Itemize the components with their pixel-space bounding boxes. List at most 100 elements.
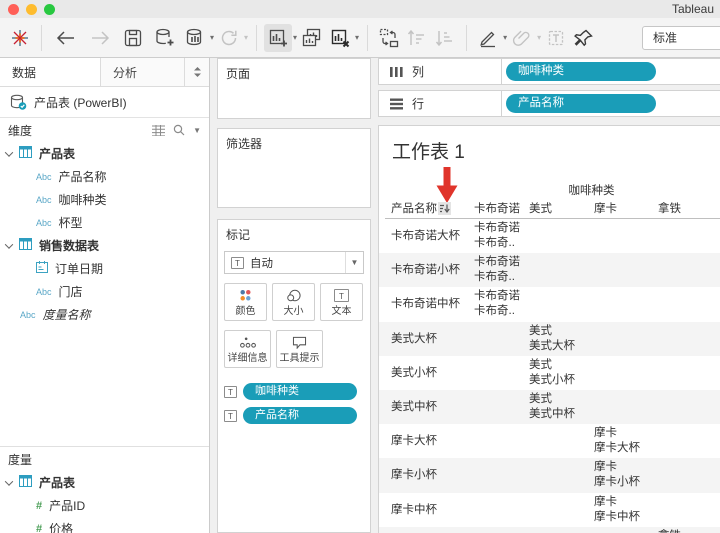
fit-selector[interactable]: 标准 [642,25,720,50]
pages-shelf[interactable]: 页面 [217,58,371,119]
table-row[interactable]: 卡布奇诺大杯 卡布奇诺 卡布奇.. [379,219,720,253]
chevron-down-icon[interactable] [4,476,14,486]
shelf-field-pill[interactable]: 咖啡种类 [506,62,656,81]
column-header[interactable]: 摩卡 [594,200,617,216]
new-worksheet-button[interactable] [264,23,293,52]
table-row[interactable]: 摩卡中杯 摩卡 摩卡中杯 [379,493,720,527]
field-item[interactable]: Abc 产品名称 [0,165,209,188]
field-item[interactable]: Abc 杯型 [0,211,209,234]
row-header[interactable]: 卡布奇诺小杯 [391,253,460,287]
table-row[interactable]: 美式小杯 美式 美式小杯 [379,356,720,390]
table-row[interactable]: 摩卡大杯 摩卡 摩卡大杯 [379,424,720,458]
text-mark-cell[interactable]: 卡布奇诺 卡布奇.. [474,221,520,251]
swap-rows-columns-button[interactable] [375,24,403,52]
mark-type-caret[interactable]: ▼ [345,252,363,273]
new-worksheet-dropdown-caret[interactable]: ▾ [293,33,297,42]
text-mark-cell[interactable]: 卡布奇诺 卡布奇.. [474,255,520,285]
table-row[interactable]: 摩卡小杯 摩卡 摩卡小杯 [379,458,720,493]
columns-shelf[interactable]: 列 咖啡种类 [378,58,720,85]
text-mark-cell[interactable]: 摩卡 摩卡大杯 [594,426,640,456]
field-item[interactable]: 订单日期 [0,257,209,280]
row-header[interactable]: 美式小杯 [391,356,437,390]
row-header[interactable]: 美式中杯 [391,390,437,424]
field-item[interactable]: Abc 度量名称 [0,303,209,326]
sort-badge-icon[interactable] [438,201,451,215]
row-field-header[interactable]: 产品名称 [391,200,451,216]
column-field-label[interactable]: 咖啡种类 [474,182,709,198]
dimensions-menu-caret[interactable]: ▼ [193,126,201,135]
group-members-button[interactable] [508,24,536,52]
refresh-button[interactable] [215,24,243,52]
table-row[interactable]: 美式中杯 美式 美式中杯 [379,389,720,425]
shelf-field-pill[interactable]: 产品名称 [506,94,656,113]
pane-sort-control[interactable] [184,58,209,86]
mark-type-dropdown[interactable]: T 自动 ▼ [224,251,364,274]
field-table-row[interactable]: 销售数据表 [0,234,209,257]
color-button[interactable]: 颜色 [224,283,267,321]
row-header[interactable]: 摩卡中杯 [391,493,437,527]
datasource-item[interactable]: 产品表 (PowerBI) [0,87,209,118]
field-item[interactable]: Abc 门店 [0,280,209,303]
field-item[interactable]: # 产品ID [0,494,209,517]
text-mark-cell[interactable]: 摩卡 摩卡中杯 [594,495,640,525]
fix-axes-pin-button[interactable] [570,24,598,52]
highlighter-button[interactable] [474,24,502,52]
search-icon[interactable] [173,124,185,136]
add-datasource-button[interactable] [151,24,179,52]
marks-field-pill[interactable]: 产品名称 [243,407,357,424]
field-item[interactable]: # 价格 [0,517,209,533]
tab-data[interactable]: 数据 [0,58,100,86]
filters-shelf[interactable]: 筛选器 [217,128,371,208]
clear-dropdown-caret[interactable]: ▾ [355,33,359,42]
close-window-button[interactable] [8,4,19,15]
marks-field-pill[interactable]: 咖啡种类 [243,383,357,400]
tab-analytics[interactable]: 分析 [100,58,184,86]
detail-button[interactable]: 详细信息 [224,330,271,368]
minimize-window-button[interactable] [26,4,37,15]
table-row[interactable]: 拿铁 [379,526,720,533]
chevron-down-icon[interactable] [4,147,14,157]
save-button[interactable] [119,24,147,52]
sort-ascending-button[interactable] [403,24,431,52]
text-mark-cell[interactable]: 美式 美式大杯 [529,324,575,354]
sort-descending-button[interactable] [431,24,459,52]
table-row[interactable]: 卡布奇诺小杯 卡布奇诺 卡布奇.. [379,253,720,288]
text-mark-cell[interactable]: 摩卡 摩卡小杯 [594,460,640,490]
size-button[interactable]: 大小 [272,283,315,321]
column-header[interactable]: 卡布奇诺 [474,200,520,216]
row-header[interactable]: 卡布奇诺中杯 [391,287,460,321]
chevron-down-icon[interactable] [4,239,14,249]
text-mark-cell[interactable]: 拿铁 [658,529,681,533]
rows-shelf[interactable]: 行 产品名称 [378,90,720,117]
datasource-dropdown-caret[interactable]: ▾ [210,33,214,42]
datasource-button[interactable] [181,24,209,52]
text-button[interactable]: T 文本 [320,283,363,321]
row-header[interactable]: 摩卡大杯 [391,424,437,458]
rows-shelf-body[interactable]: 产品名称 [502,90,720,117]
field-table-row[interactable]: 产品表 [0,471,209,494]
column-header[interactable]: 美式 [529,200,552,216]
field-table-row[interactable]: 产品表 [0,142,209,165]
text-mark-cell[interactable]: 美式 美式小杯 [529,358,575,388]
row-header[interactable]: 卡布奇诺大杯 [391,219,460,253]
text-mark-cell[interactable]: 卡布奇诺 卡布奇.. [474,289,520,319]
row-header[interactable]: 美式大杯 [391,322,437,356]
refresh-dropdown-caret[interactable]: ▾ [244,33,248,42]
table-row[interactable]: 卡布奇诺中杯 卡布奇诺 卡布奇.. [379,287,720,321]
duplicate-sheet-button[interactable] [298,24,326,52]
columns-shelf-body[interactable]: 咖啡种类 [502,58,720,85]
clear-sheet-button[interactable] [326,24,354,52]
view-toggle-icon[interactable] [152,124,166,136]
field-item[interactable]: Abc 咖啡种类 [0,188,209,211]
table-row[interactable]: 美式大杯 美式 美式大杯 [379,321,720,356]
tooltip-button[interactable]: 工具提示 [276,330,323,368]
column-header[interactable]: 拿铁 [658,200,681,216]
forward-button[interactable] [86,24,114,52]
highlighter-dropdown-caret[interactable]: ▾ [503,33,507,42]
group-dropdown-caret[interactable]: ▾ [537,33,541,42]
row-header[interactable]: 摩卡小杯 [391,458,437,492]
zoom-window-button[interactable] [44,4,55,15]
text-mark-cell[interactable]: 美式 美式中杯 [529,392,575,422]
show-mark-labels-button[interactable] [542,24,570,52]
back-button[interactable] [52,24,80,52]
